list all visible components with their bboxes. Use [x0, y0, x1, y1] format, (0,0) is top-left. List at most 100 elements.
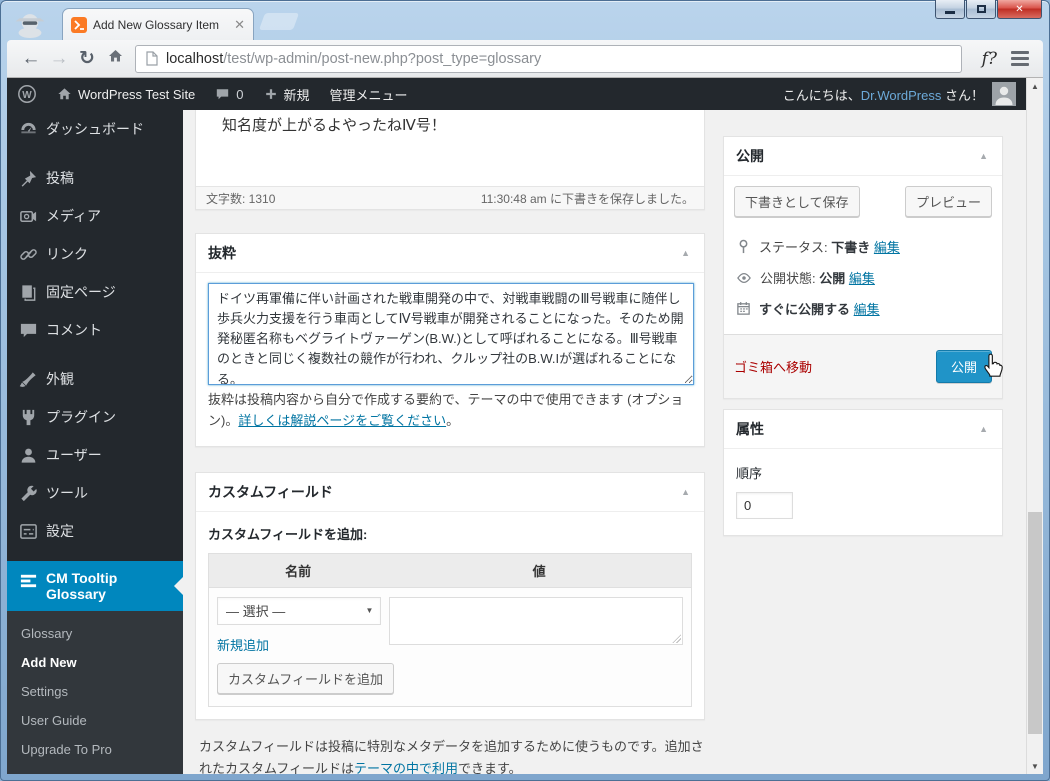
- plus-icon: [265, 89, 276, 99]
- tab-close-icon[interactable]: ✕: [234, 17, 245, 33]
- submenu-item-settings[interactable]: Settings: [7, 677, 183, 706]
- collapse-toggle-icon[interactable]: ▲: [977, 151, 990, 161]
- custom-field-value-textarea[interactable]: [389, 596, 683, 645]
- browser-menu-icon[interactable]: [1011, 51, 1029, 66]
- custom-fields-panel: カスタムフィールド ▲ カスタムフィールドを追加: 名前 値 — 選択 — ▼ …: [195, 471, 705, 720]
- link-icon: [20, 249, 37, 260]
- new-label: 新規: [283, 87, 310, 103]
- new-content-menu[interactable]: 新規: [254, 78, 320, 110]
- comments-menu[interactable]: 0: [205, 78, 253, 110]
- autosave-message: 11:30:48 am に下書きを保存しました。: [480, 191, 694, 206]
- window-controls: ✕: [934, 0, 1042, 19]
- enter-new-link[interactable]: 新規追加: [217, 635, 269, 654]
- wp-logo-menu[interactable]: W: [7, 78, 47, 110]
- sidebar-item-settings[interactable]: 設定: [7, 512, 183, 550]
- attributes-panel: 属性 ▲ 順序: [723, 409, 1003, 536]
- sidebar-item-dashboard[interactable]: ダッシュボード: [7, 110, 183, 148]
- save-draft-button[interactable]: 下書きとして保存: [734, 186, 860, 217]
- greeting: こんにちは、Dr.WordPress さん！: [782, 87, 984, 103]
- edit-status-link[interactable]: 編集: [874, 240, 900, 255]
- my-account-menu[interactable]: こんにちは、Dr.WordPress さん！: [783, 82, 1026, 106]
- editor-content[interactable]: 知名度が上がるよやったねⅣ号！: [196, 110, 704, 186]
- sidebar-item-label: プラグイン: [46, 409, 116, 425]
- browser-toolbar: ← → ↻ localhost/test/wp-admin/post-new.p…: [7, 40, 1043, 78]
- sidebar-item-appearance[interactable]: 外観: [7, 360, 183, 398]
- submenu-item-glossary[interactable]: Glossary: [7, 619, 183, 648]
- sidebar-item-pages[interactable]: 固定ページ: [7, 273, 183, 311]
- forward-icon[interactable]: →: [45, 48, 73, 70]
- extension-icon[interactable]: f?: [982, 49, 997, 69]
- home-icon[interactable]: [101, 48, 129, 70]
- back-icon[interactable]: ←: [17, 48, 45, 70]
- sidebar-item-media[interactable]: メディア: [7, 197, 183, 235]
- sidebar-item-tools[interactable]: ツール: [7, 474, 183, 512]
- sidebar-item-label: CM Tooltip Glossary: [46, 570, 118, 602]
- publish-panel: 公開 ▲ 下書きとして保存 プレビュー ステータス: 下書き 編集 公開状態: …: [723, 136, 1003, 399]
- scroll-up-icon[interactable]: ▲: [1027, 78, 1043, 94]
- order-input[interactable]: [736, 492, 793, 519]
- site-name-menu[interactable]: WordPress Test Site: [47, 78, 205, 110]
- page-scrollbar[interactable]: ▲ ▼: [1026, 78, 1043, 774]
- scroll-down-icon[interactable]: ▼: [1027, 758, 1043, 774]
- eye-icon: [737, 272, 751, 283]
- sidebar-item-posts[interactable]: 投稿: [7, 159, 183, 197]
- sidebar-item-cm-tooltip-glossary[interactable]: CM Tooltip Glossary: [7, 561, 183, 611]
- excerpt-textarea[interactable]: ドイツ再軍備に伴い計画された戦車開発の中で、対戦車戦闘のⅢ号戦車に随伴し歩兵火力…: [208, 283, 694, 385]
- collapse-toggle-icon[interactable]: ▲: [679, 248, 692, 258]
- collapse-toggle-icon[interactable]: ▲: [679, 487, 692, 497]
- url-path: /test/wp-admin/post-new.php?post_type=gl…: [223, 50, 542, 67]
- edit-visibility-link[interactable]: 編集: [849, 271, 875, 286]
- new-tab-button[interactable]: [258, 13, 300, 30]
- scrollbar-thumb[interactable]: [1028, 512, 1042, 734]
- sidebar-item-links[interactable]: リンク: [7, 235, 183, 273]
- sidebar-item-users[interactable]: ユーザー: [7, 436, 183, 474]
- custom-field-key-select[interactable]: — 選択 — ▼: [217, 596, 382, 625]
- attributes-panel-title: 属性: [736, 421, 764, 437]
- schedule-text: すぐに公開する: [759, 302, 851, 317]
- comments-count: 0: [236, 86, 244, 102]
- minimize-button[interactable]: [935, 0, 965, 19]
- tab-title: Add New Glossary Item: [93, 18, 220, 32]
- add-custom-field-button[interactable]: カスタムフィールドを追加: [217, 662, 394, 694]
- excerpt-help-link[interactable]: 詳しくは解説ページをご覧ください: [238, 413, 446, 428]
- home-icon: [58, 88, 71, 100]
- page-icon: [146, 51, 158, 66]
- publish-panel-title: 公開: [736, 148, 764, 164]
- sidebar-item-plugins[interactable]: プラグイン: [7, 398, 183, 436]
- sidebar-item-label: メディア: [46, 208, 102, 224]
- minimize-icon: [945, 10, 955, 14]
- glossary-submenu: Glossary Add New Settings User Guide Upg…: [7, 611, 183, 774]
- edit-schedule-link[interactable]: 編集: [854, 302, 880, 317]
- pushpin-icon: [21, 170, 37, 187]
- custom-admin-menu[interactable]: 管理メニュー: [320, 78, 418, 110]
- sidebar-item-label: 設定: [46, 523, 74, 539]
- sidebar-item-label: 固定ページ: [46, 284, 116, 300]
- close-button[interactable]: ✕: [997, 0, 1042, 19]
- custom-fields-table: 名前 値 — 選択 — ▼ 新規追加 カスタムフィールドを追加: [208, 552, 692, 707]
- submenu-item-upgrade-to-pro[interactable]: Upgrade To Pro: [7, 735, 183, 764]
- admin-sidebar: ダッシュボード 投稿 メディア リンク 固定ページ コメント 外観 プラグイン …: [7, 110, 183, 774]
- sidebar-item-comments[interactable]: コメント: [7, 311, 183, 349]
- maximize-button[interactable]: [966, 0, 996, 19]
- theme-usage-link[interactable]: テーマの中で利用: [354, 761, 458, 774]
- svg-text:W: W: [22, 90, 32, 101]
- preview-button[interactable]: プレビュー: [904, 186, 992, 217]
- comment-icon: [20, 323, 37, 338]
- move-to-trash-link[interactable]: ゴミ箱へ移動: [734, 357, 812, 376]
- custom-fields-panel-title: カスタムフィールド: [208, 483, 333, 500]
- refresh-icon[interactable]: ↻: [73, 47, 101, 70]
- chevron-down-icon: ▼: [365, 606, 374, 616]
- settings-icon: [20, 524, 37, 539]
- collapse-toggle-icon[interactable]: ▲: [977, 424, 990, 434]
- content-editor-box: 知名度が上がるよやったねⅣ号！ 文字数: 1310 11:30:48 am に下…: [195, 110, 705, 210]
- comment-icon: [217, 89, 229, 100]
- submenu-item-user-guide[interactable]: User Guide: [7, 706, 183, 735]
- maximize-icon: [976, 5, 986, 13]
- excerpt-panel-title: 抜粋: [208, 245, 236, 261]
- resize-grip-icon[interactable]: [671, 633, 681, 643]
- plugin-icon: [22, 409, 35, 426]
- url-bar[interactable]: localhost/test/wp-admin/post-new.php?pos…: [135, 44, 962, 73]
- camera-icon: [20, 210, 37, 223]
- browser-tab[interactable]: Add New Glossary Item ✕: [62, 8, 254, 41]
- submenu-item-add-new[interactable]: Add New: [7, 648, 183, 677]
